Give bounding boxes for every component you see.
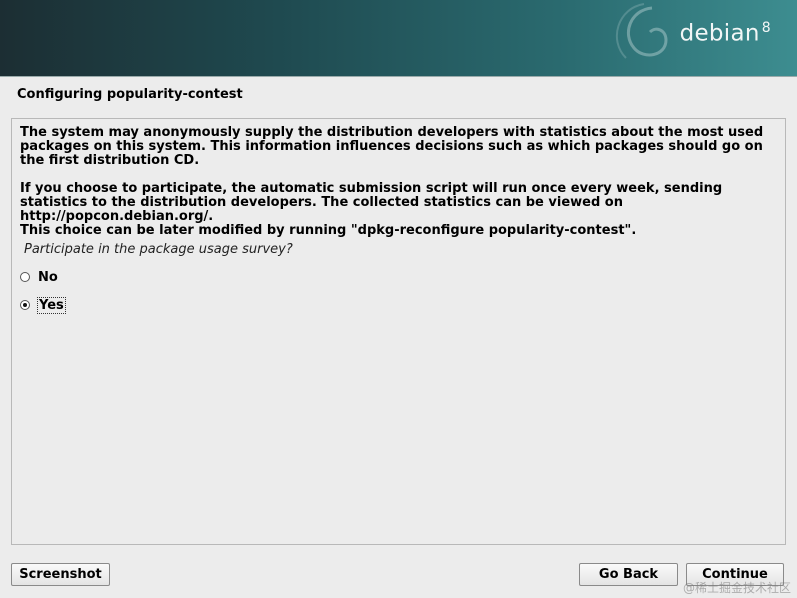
survey-question: Participate in the package usage survey? [24, 242, 293, 257]
brand-version: 8 [761, 20, 771, 36]
description-paragraph-1: The system may anonymously supply the di… [20, 125, 764, 168]
screenshot-button[interactable]: Screenshot [11, 563, 110, 586]
radio-yes[interactable] [20, 300, 30, 310]
description-paragraph-2: If you choose to participate, the automa… [20, 181, 723, 224]
option-no[interactable]: No [20, 268, 58, 286]
brand-text: debian [679, 20, 760, 47]
go-back-button[interactable]: Go Back [579, 563, 678, 586]
option-yes-label: Yes [37, 296, 66, 314]
option-no-label: No [38, 269, 58, 285]
radio-no[interactable] [20, 272, 30, 282]
header-banner: debian 8 [0, 0, 797, 76]
watermark: @稀土掘金技术社区 [682, 581, 791, 595]
description-paragraph-3: This choice can be later modified by run… [20, 223, 637, 238]
debian-brand: debian 8 [680, 20, 771, 47]
option-yes[interactable]: Yes [20, 296, 66, 314]
header-divider [0, 76, 797, 77]
page-title: Configuring popularity-contest [17, 87, 243, 102]
